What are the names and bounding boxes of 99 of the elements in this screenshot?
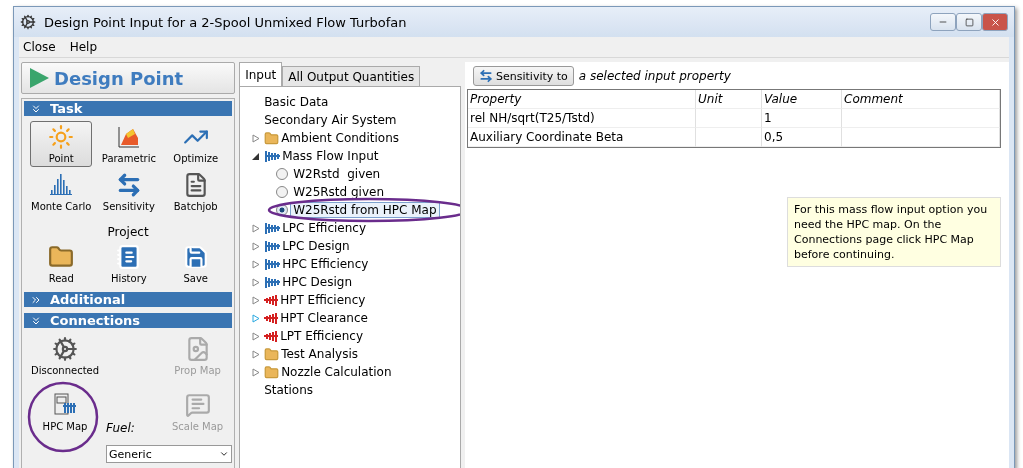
tree-item[interactable]: Basic Data (264, 95, 329, 109)
group-label: Project (106, 224, 150, 239)
chevron-icon (30, 102, 42, 115)
column-header: Property (468, 90, 696, 109)
app-logo-icon (20, 14, 36, 30)
close-button[interactable] (982, 13, 1008, 31)
expand-arrow-icon[interactable] (252, 367, 261, 377)
column-header: Unit (696, 90, 762, 109)
tree-item[interactable]: Stations (264, 383, 314, 397)
expand-arrow-icon[interactable] (252, 313, 261, 323)
tree-item[interactable]: HPC Design (282, 275, 353, 289)
project-button[interactable]: History (98, 241, 160, 287)
collapse-arrow-icon[interactable] (252, 151, 261, 161)
table-cell: rel NH/sqrt(T25/Tstd) (468, 109, 696, 128)
histogram-icon (48, 172, 75, 198)
compressor-map-icon (52, 392, 79, 418)
table-cell (696, 109, 762, 128)
section-title: Task (50, 101, 83, 116)
tree-item[interactable]: HPC Efficiency (282, 257, 369, 271)
expand-arrow-icon[interactable] (252, 277, 261, 287)
tree-item[interactable]: HPT Clearance (280, 311, 368, 325)
chevron-icon (30, 314, 42, 327)
maximize-icon (964, 17, 974, 27)
section-title: Connections (50, 313, 141, 328)
tree-item[interactable]: HPT Efficiency (280, 293, 366, 307)
maximize-button[interactable] (956, 13, 982, 31)
compressor-icon (264, 257, 281, 271)
folder-icon (264, 130, 280, 146)
menu-item[interactable]: Help (69, 40, 98, 54)
surface-chart-icon (115, 124, 142, 150)
sun-icon (48, 124, 75, 150)
expand-arrow-icon[interactable] (252, 349, 261, 359)
section-title: Additional (50, 292, 126, 307)
task-button[interactable]: Optimize (165, 121, 227, 167)
connection-button[interactable]: Disconnected (30, 333, 101, 379)
tree-item[interactable]: Secondary Air System (264, 113, 397, 127)
tree-item[interactable]: Ambient Conditions (281, 131, 399, 145)
task-button[interactable]: Monte Carlo (30, 169, 93, 215)
tab[interactable]: Input (239, 62, 283, 86)
tab[interactable]: All Output Quantities (282, 66, 421, 86)
expand-arrow-icon[interactable] (252, 331, 261, 341)
tree-item[interactable]: Nozzle Calculation (281, 365, 392, 379)
tree-item[interactable]: LPC Design (282, 239, 350, 253)
tree-item[interactable]: LPC Efficiency (282, 221, 367, 235)
project-button[interactable]: Save (165, 241, 227, 287)
table-cell[interactable]: 1 (762, 109, 842, 128)
column-header: Value (762, 90, 842, 109)
project-button[interactable]: Read (30, 241, 93, 287)
turbine-icon (264, 311, 279, 325)
radio-label[interactable]: W2Rstd given (290, 166, 384, 182)
column-header: Comment (842, 90, 1000, 109)
highlight-ellipse (27, 381, 99, 453)
task-button[interactable]: Sensitivity (98, 169, 160, 215)
radio-button[interactable] (276, 186, 289, 198)
section-header[interactable]: Task (24, 101, 233, 116)
gear-icon (52, 336, 79, 362)
turbine-icon (264, 329, 279, 343)
folder-icon (48, 244, 75, 270)
expand-arrow-icon[interactable] (252, 223, 261, 233)
section-header[interactable]: Connections (24, 313, 233, 328)
close-icon (989, 16, 1001, 28)
compressor-icon (264, 149, 281, 163)
task-button[interactable]: Point (30, 121, 93, 167)
window-title: Design Point Input for a 2-Spool Unmixed Flow Turbofan (44, 14, 407, 30)
folder-icon (264, 346, 280, 362)
expand-arrow-icon[interactable] (252, 295, 261, 305)
menu-item[interactable]: Close (23, 40, 56, 54)
fuel-label: Fuel: (106, 421, 136, 435)
compressor-icon (264, 239, 281, 253)
tree-item[interactable]: LPT Efficiency (280, 329, 363, 343)
radio-button[interactable] (276, 168, 289, 180)
compressor-icon (264, 275, 281, 289)
dropdown-icon (219, 449, 230, 459)
sensitivity-button[interactable]: Sensitivity to (473, 66, 574, 86)
info-note: For this mass flow input option you need the HPC map. On the Connections page click HPC Map before continuing. (787, 197, 1001, 267)
play-icon (28, 67, 50, 89)
notebook-icon (115, 244, 142, 270)
caption: a selected input property (578, 69, 731, 83)
table-cell: Auxiliary Coordinate Beta (468, 128, 696, 147)
turbine-icon (264, 293, 279, 307)
compressor-icon (264, 221, 281, 235)
info-note-icon (184, 392, 211, 418)
table-cell[interactable]: 0,5 (762, 128, 842, 147)
tree-item[interactable]: Test Analysis (281, 347, 359, 361)
table-cell (696, 128, 762, 147)
task-button[interactable]: Batchjob (165, 169, 227, 215)
header-title: Design Point (54, 67, 184, 89)
fuel-select[interactable]: Generic (106, 445, 233, 463)
radio-label[interactable]: W25Rstd from HPC Map (290, 202, 440, 218)
task-button[interactable]: Parametric (98, 121, 160, 167)
expand-arrow-icon[interactable] (252, 241, 261, 251)
section-header[interactable]: Additional (24, 292, 233, 307)
tree-item[interactable]: Mass Flow Input (282, 149, 379, 163)
double-arrow-icon (479, 69, 493, 83)
expand-arrow-icon[interactable] (252, 133, 261, 143)
radio-label[interactable]: W25Rstd given (290, 184, 388, 200)
folder-icon (264, 364, 280, 380)
minimize-button[interactable] (930, 13, 956, 31)
expand-arrow-icon[interactable] (252, 259, 261, 269)
